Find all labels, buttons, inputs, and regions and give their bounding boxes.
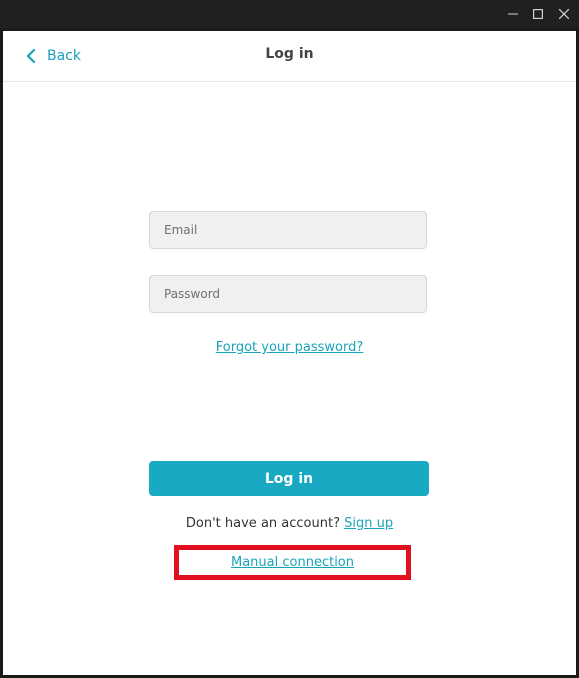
signup-link[interactable]: Sign up [344, 516, 393, 531]
close-button[interactable] [551, 0, 577, 28]
manual-connection-link[interactable]: Manual connection [231, 555, 354, 570]
email-field[interactable] [149, 211, 427, 249]
header-bar: Back Log in [3, 31, 576, 82]
login-button[interactable]: Log in [149, 461, 429, 496]
signup-row: Don't have an account? Sign up [3, 516, 576, 531]
maximize-button[interactable] [525, 0, 551, 28]
manual-connection-highlight: Manual connection [174, 545, 411, 580]
forgot-password-link[interactable]: Forgot your password? [216, 340, 364, 355]
page-title: Log in [265, 46, 314, 62]
no-account-text: Don't have an account? [185, 516, 345, 531]
minimize-icon [508, 13, 518, 15]
title-bar [0, 0, 579, 28]
forgot-password-row: Forgot your password? [3, 336, 576, 355]
password-field[interactable] [149, 275, 427, 313]
login-screen: Back Log in Forgot your password? Log in… [3, 31, 576, 675]
maximize-icon [533, 9, 543, 19]
close-icon [559, 9, 569, 19]
app-window: Back Log in Forgot your password? Log in… [0, 28, 579, 678]
minimize-button[interactable] [500, 0, 526, 28]
